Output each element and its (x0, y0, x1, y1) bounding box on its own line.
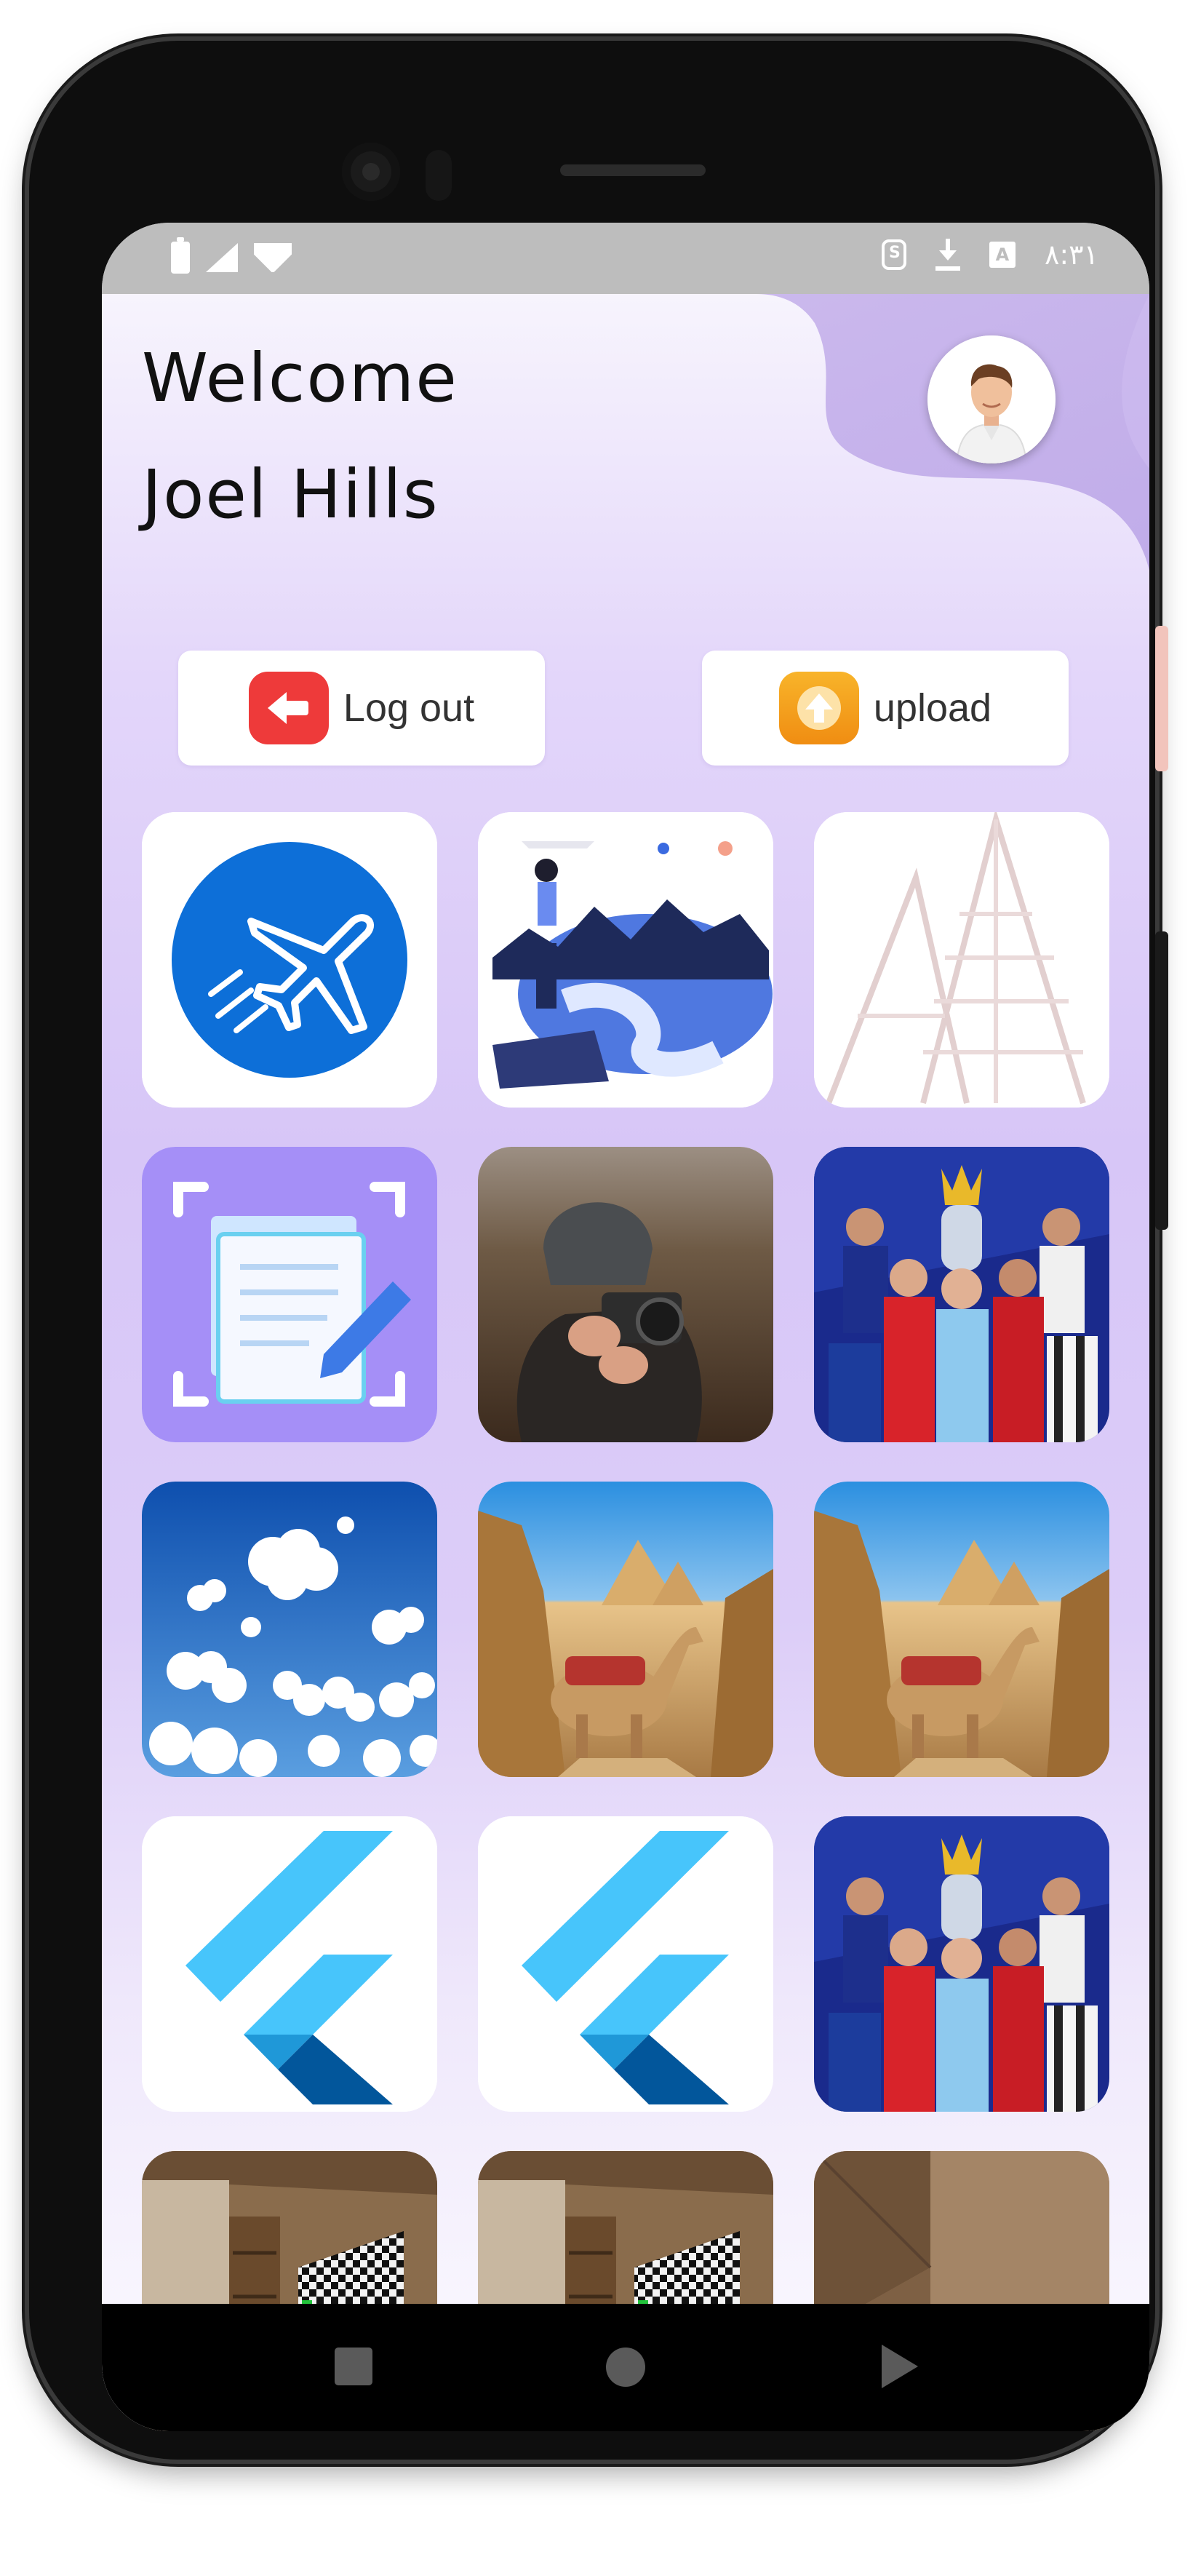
faded-mountains-icon (814, 812, 1109, 1108)
hiker-illustration-icon (478, 812, 773, 1108)
gallery-tile-clouds[interactable] (142, 1482, 437, 1777)
home-icon[interactable] (606, 2348, 645, 2387)
gallery-tile-flutter[interactable] (142, 1816, 437, 2112)
upload-arrow-icon (778, 672, 859, 744)
profile-avatar[interactable] (927, 335, 1056, 464)
logout-arrow-icon (248, 672, 329, 744)
clouds-sky-icon (142, 1482, 437, 1777)
photographer-photo-icon (478, 1147, 773, 1442)
keyboard-a-icon: A (989, 242, 1016, 268)
person-avatar-icon (927, 335, 1056, 464)
flutter-logo-icon (142, 1816, 437, 2112)
proximity-sensor (426, 150, 452, 201)
user-name: Joel Hills (142, 456, 439, 533)
gallery-tile-document-edit[interactable] (142, 1147, 437, 1442)
flutter-logo-icon (478, 1816, 773, 2112)
football-players-trophy-icon (814, 1147, 1109, 1442)
gallery-tile-airplane[interactable] (142, 812, 437, 1108)
welcome-heading: Welcome (142, 339, 458, 417)
logout-button[interactable]: Log out (178, 651, 545, 766)
pyramids-camel-icon (814, 1482, 1109, 1777)
gallery-tile-pyramids[interactable] (478, 1482, 773, 1777)
status-time: ۸:۳۱ (1044, 239, 1098, 271)
back-icon[interactable] (335, 2348, 372, 2385)
status-bar: A ۸:۳۱ (102, 223, 1149, 294)
logout-label: Log out (343, 686, 475, 730)
gallery-tile-pyramids-2[interactable] (814, 1482, 1109, 1777)
screen: A ۸:۳۱ Welcome Joel Hills (102, 223, 1149, 2431)
gallery-tile-flutter-2[interactable] (478, 1816, 773, 2112)
gallery-tile-hiker[interactable] (478, 812, 773, 1108)
football-players-trophy-icon (814, 1816, 1109, 2112)
gallery-tile-football-players[interactable] (814, 1147, 1109, 1442)
home-content: Welcome Joel Hills Log out upload (102, 294, 1149, 2431)
wifi-icon (254, 243, 292, 272)
gallery-tile-faded-mountains[interactable] (814, 812, 1109, 1108)
upload-label: upload (873, 686, 992, 730)
download-icon (935, 239, 960, 271)
battery-icon (171, 237, 190, 274)
recents-icon[interactable] (882, 2345, 918, 2388)
volume-button (1155, 931, 1168, 1230)
gallery-tile-football-players-2[interactable] (814, 1816, 1109, 2112)
earpiece-speaker (560, 164, 706, 176)
pyramids-camel-icon (478, 1482, 773, 1777)
front-camera (342, 143, 400, 201)
phone-frame: A ۸:۳۱ Welcome Joel Hills (29, 41, 1155, 2460)
sim-icon (881, 239, 906, 270)
airplane-logo-icon (142, 812, 437, 1108)
document-edit-icon (142, 1147, 437, 1442)
gallery-tile-photographer[interactable] (478, 1147, 773, 1442)
system-nav-bar (102, 2304, 1149, 2431)
power-button (1155, 626, 1168, 771)
signal-icon (206, 243, 238, 272)
upload-button[interactable]: upload (702, 651, 1069, 766)
